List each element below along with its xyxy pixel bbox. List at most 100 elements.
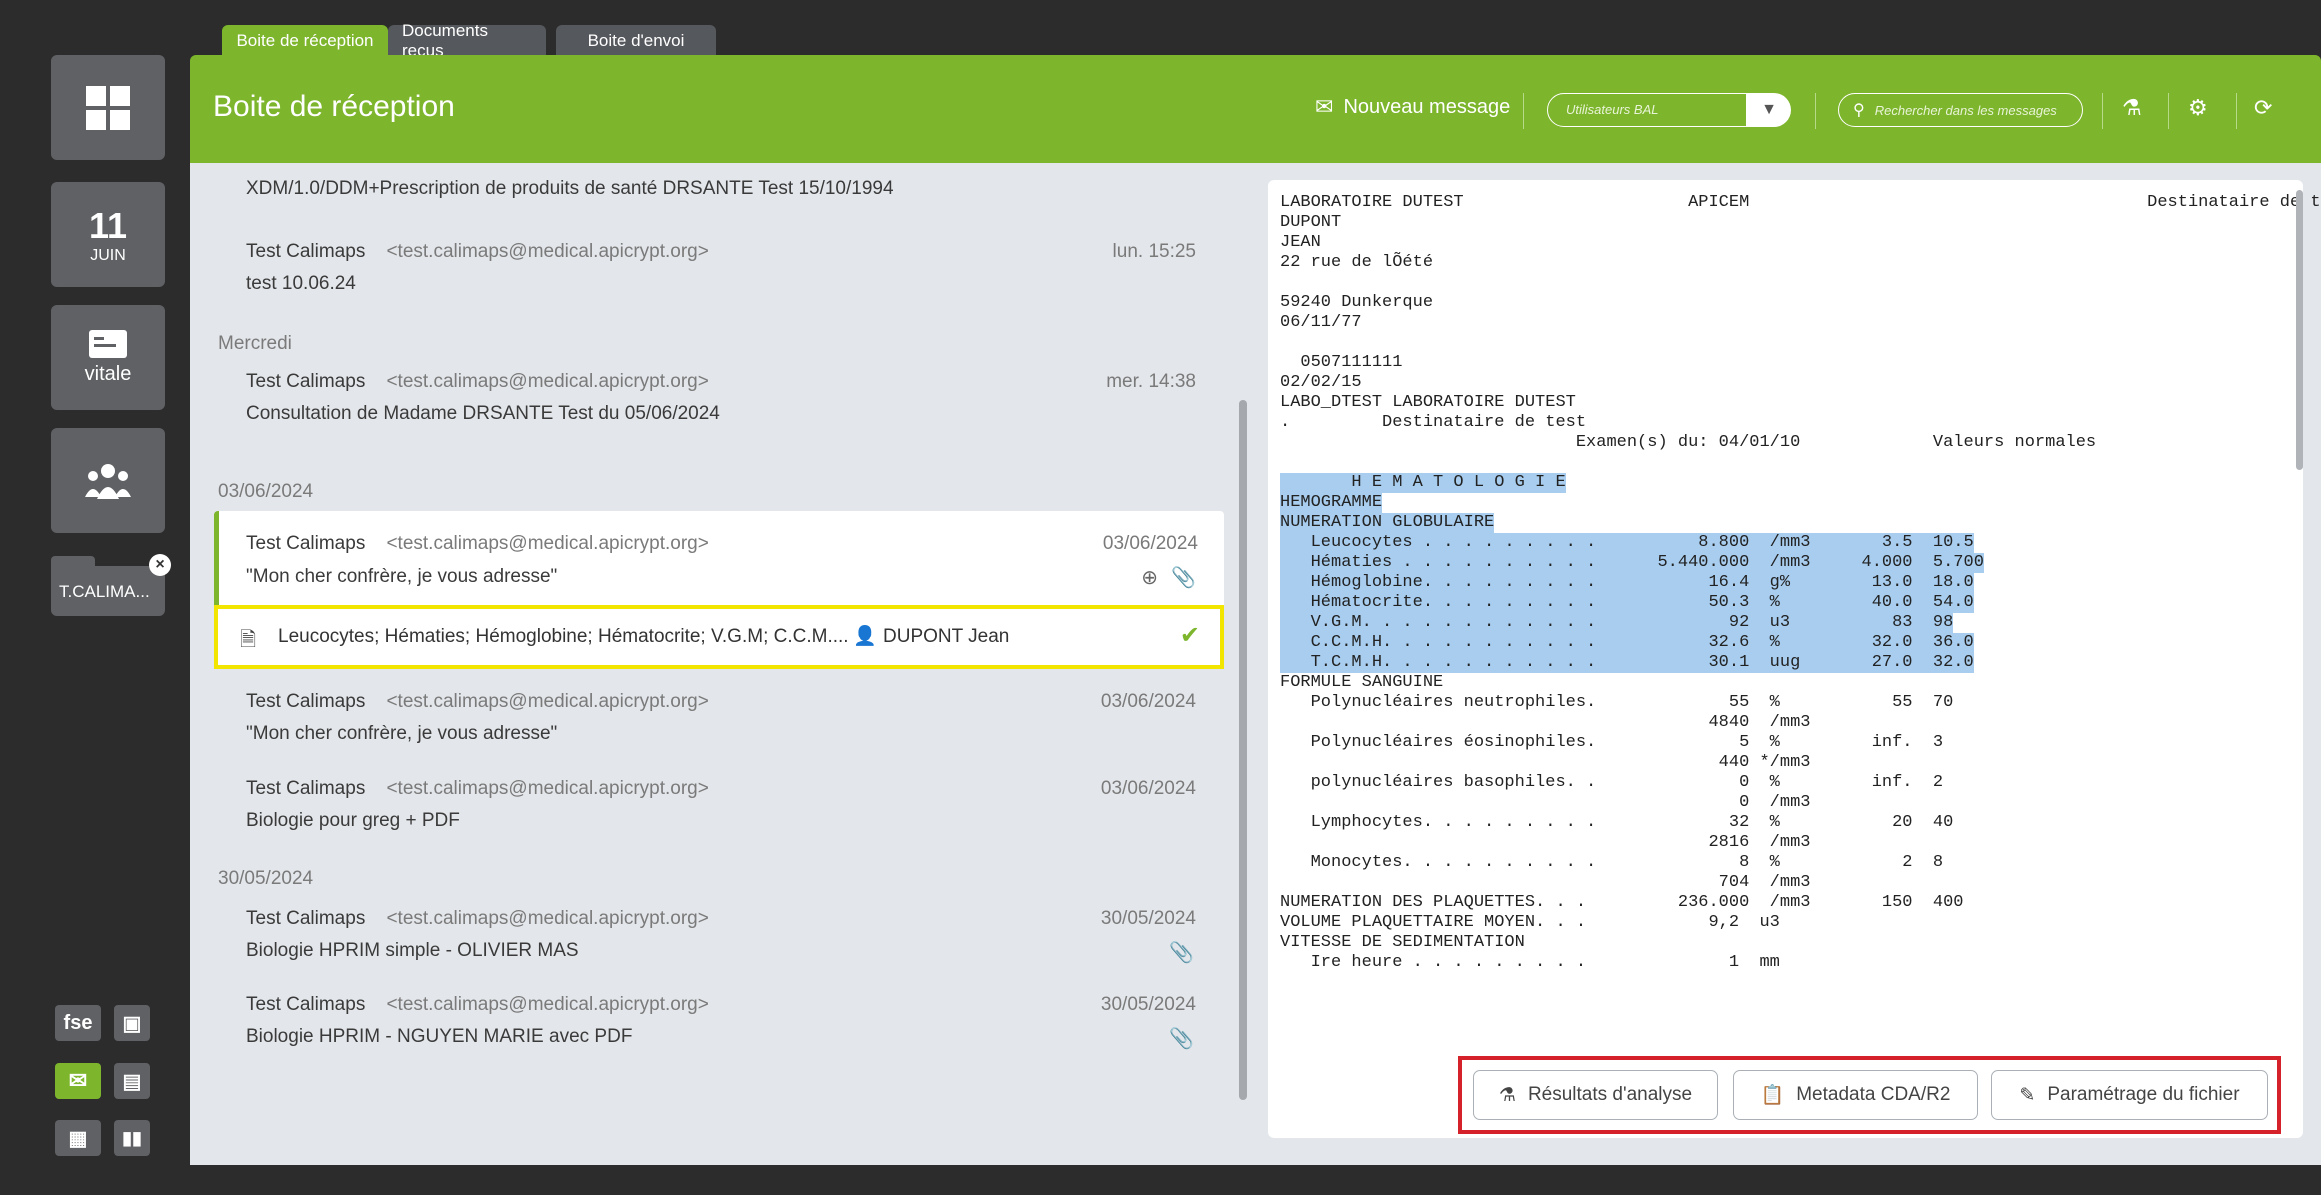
fse-button[interactable]: fse xyxy=(55,1005,101,1041)
message-date: 03/06/2024 xyxy=(1100,691,1196,712)
notes-button[interactable]: ▤ xyxy=(114,1063,150,1099)
analysis-results-button[interactable]: ⚗ Résultats d'analyse xyxy=(1473,1070,1718,1120)
envelope-icon: ✉ xyxy=(68,1068,88,1093)
calculator-button[interactable]: ▦ xyxy=(55,1120,101,1156)
flask-icon: ⚗ xyxy=(1498,1084,1516,1106)
tab-inbox-label: Boite de réception xyxy=(236,31,374,50)
attachment-row[interactable]: 🗎 Leucocytes; Hématies; Hémoglobine; Hém… xyxy=(214,605,1224,669)
check-icon: ✔ xyxy=(1179,622,1200,649)
paperclip-icon: 📎 xyxy=(1169,1028,1194,1050)
download-icon[interactable]: ⊕ xyxy=(1141,565,1158,590)
report-line: JEAN xyxy=(1280,233,1321,252)
report-line: T.C.M.H. . . . . . . . . . . 30.1 uug 27… xyxy=(1280,653,1974,673)
close-icon[interactable]: × xyxy=(149,554,171,576)
message-item[interactable]: Test Calimaps <test.calimaps@medical.api… xyxy=(198,223,1238,309)
card-icon xyxy=(89,330,127,358)
tab-outbox[interactable]: Boite d'envoi xyxy=(556,25,716,57)
message-item[interactable]: Test Calimaps <test.calimaps@medical.api… xyxy=(198,353,1238,439)
report-line: . Destinataire de test xyxy=(1280,413,1587,432)
message-subject: test 10.06.24 xyxy=(246,273,356,294)
metadata-button[interactable]: 📋 Metadata CDA/R2 xyxy=(1733,1070,1978,1120)
document-icon: 🗎 xyxy=(240,629,257,651)
tab-inbox[interactable]: Boite de réception xyxy=(222,25,388,57)
gear-icon[interactable]: ⚙ xyxy=(2188,95,2208,121)
report-line: Leucocytes . . . . . . . . . 8.800 /mm3 … xyxy=(1280,533,1974,553)
message-date: lun. 15:25 xyxy=(1112,241,1196,262)
mail-button[interactable]: ✉ xyxy=(55,1063,101,1099)
report-line: 704 /mm3 xyxy=(1280,873,1811,892)
users-tile[interactable] xyxy=(51,428,165,533)
report-line: LABORATOIRE DUTEST APICEM Destinataire d… xyxy=(1280,193,2321,212)
user-folder[interactable]: T.CALIMA... × xyxy=(51,554,171,616)
report-line xyxy=(1280,273,2321,293)
paperclip-icon: 📎 xyxy=(1169,942,1194,964)
tab-outbox-label: Boite d'envoi xyxy=(587,31,685,50)
file-settings-label: Paramétrage du fichier xyxy=(2047,1084,2240,1105)
message-list[interactable]: XDM/1.0/DDM+Prescription de produits de … xyxy=(198,163,1238,1165)
report-line xyxy=(1280,333,2321,353)
search-input[interactable]: ⚲ Rechercher dans les messages xyxy=(1838,93,2083,127)
calendar-month: JUIN xyxy=(90,246,126,264)
attachment-patient: DUPONT Jean xyxy=(883,626,1010,647)
dropdown-arrow-icon[interactable]: ▼ xyxy=(1747,93,1791,127)
message-subject: Biologie HPRIM simple - OLIVIER MAS xyxy=(246,940,579,961)
bar-chart-icon: ▮▮ xyxy=(122,1127,142,1148)
search-placeholder: Rechercher dans les messages xyxy=(1874,102,2057,118)
report-line: VITESSE DE SEDIMENTATION xyxy=(1280,933,1525,952)
paperclip-icon: 📎 xyxy=(1171,567,1196,589)
plus-doc-icon: ▣ xyxy=(122,1012,142,1035)
report-line: Polynucléaires éosinophiles. 5 % inf. 3 xyxy=(1280,733,1944,752)
message-sender: Test Calimaps <test.calimaps@medical.api… xyxy=(246,994,709,1015)
report-line: 06/11/77 xyxy=(1280,313,1362,332)
message-item[interactable]: Test Calimaps <test.calimaps@medical.api… xyxy=(198,890,1238,976)
medical-doc-button[interactable]: ▣ xyxy=(114,1005,150,1041)
message-sender: Test Calimaps <test.calimaps@medical.api… xyxy=(246,241,709,262)
report-line: 4840 /mm3 xyxy=(1280,713,1811,732)
report-line: DUPONT xyxy=(1280,213,1342,232)
message-item[interactable]: Test Calimaps <test.calimaps@medical.api… xyxy=(198,760,1238,846)
message-subject: "Mon cher confrère, je vous adresse" xyxy=(246,723,558,744)
message-item[interactable]: Test Calimaps <test.calimaps@medical.api… xyxy=(198,673,1238,759)
message-sender: Test Calimaps <test.calimaps@medical.api… xyxy=(246,371,709,392)
message-date: 03/06/2024 xyxy=(1102,533,1198,554)
report-line: Examen(s) du: 04/01/10 Valeurs normales xyxy=(1280,433,2097,452)
report-line: FORMULE SANGUINE xyxy=(1280,673,1444,692)
message-item-selected[interactable]: Test Calimaps <test.calimaps@medical.api… xyxy=(214,511,1224,611)
document-icon: ▤ xyxy=(122,1070,142,1093)
report-line: 0 /mm3 xyxy=(1280,793,1811,812)
message-sender: Test Calimaps <test.calimaps@medical.api… xyxy=(246,533,709,554)
metadata-label: Metadata CDA/R2 xyxy=(1796,1084,1951,1105)
sync-icon[interactable]: ⟳ xyxy=(2254,95,2272,121)
user-folder-label: T.CALIMA... xyxy=(59,582,150,601)
clipboard-icon: 📋 xyxy=(1760,1085,1785,1106)
message-item[interactable]: Test Calimaps <test.calimaps@medical.api… xyxy=(198,976,1238,1062)
report-line: Hématocrite. . . . . . . . . 50.3 % 40.0… xyxy=(1280,593,1974,613)
report-line: HEMOGRAMME xyxy=(1280,493,1383,513)
new-message-label: Nouveau message xyxy=(1343,95,1511,118)
dashboard-tile[interactable] xyxy=(51,55,165,160)
message-sender: Test Calimaps <test.calimaps@medical.api… xyxy=(246,908,709,929)
vitale-tile[interactable]: vitale xyxy=(51,305,165,410)
list-scrollbar[interactable] xyxy=(1239,400,1247,1100)
report-line: 440 */mm3 xyxy=(1280,753,1811,772)
report-line: Hématies . . . . . . . . . . 5.440.000 /… xyxy=(1280,553,1984,573)
tab-received-docs[interactable]: Documents reçus xyxy=(388,21,546,60)
preview-scrollbar[interactable] xyxy=(2296,190,2303,470)
envelope-icon: ✉ xyxy=(1315,94,1334,119)
report-line: 02/02/15 xyxy=(1280,373,1362,392)
report-line: Ire heure . . . . . . . . . 1 mm xyxy=(1280,953,1780,972)
new-message-button[interactable]: ✉ Nouveau message xyxy=(1315,94,1510,120)
message-subject: XDM/1.0/DDM+Prescription de produits de … xyxy=(246,178,894,199)
search-icon: ⚲ xyxy=(1853,102,1865,119)
report-line: V.G.M. . . . . . . . . . . . 92 u3 83 98 xyxy=(1280,613,1954,633)
calendar-tile[interactable]: 11 JUIN xyxy=(51,182,165,287)
fse-label: fse xyxy=(63,1011,93,1034)
flask-icon[interactable]: ⚗ xyxy=(2122,95,2142,121)
file-settings-button[interactable]: ✎ Paramétrage du fichier xyxy=(1991,1070,2268,1120)
group-icon xyxy=(85,463,131,499)
group-label: 03/06/2024 xyxy=(218,481,314,502)
message-subject: Biologie HPRIM - NGUYEN MARIE avec PDF xyxy=(246,1026,633,1047)
report-line: 59240 Dunkerque xyxy=(1280,293,1434,312)
user-select[interactable]: Utilisateurs BAL xyxy=(1547,93,1747,127)
stats-button[interactable]: ▮▮ xyxy=(114,1120,150,1156)
